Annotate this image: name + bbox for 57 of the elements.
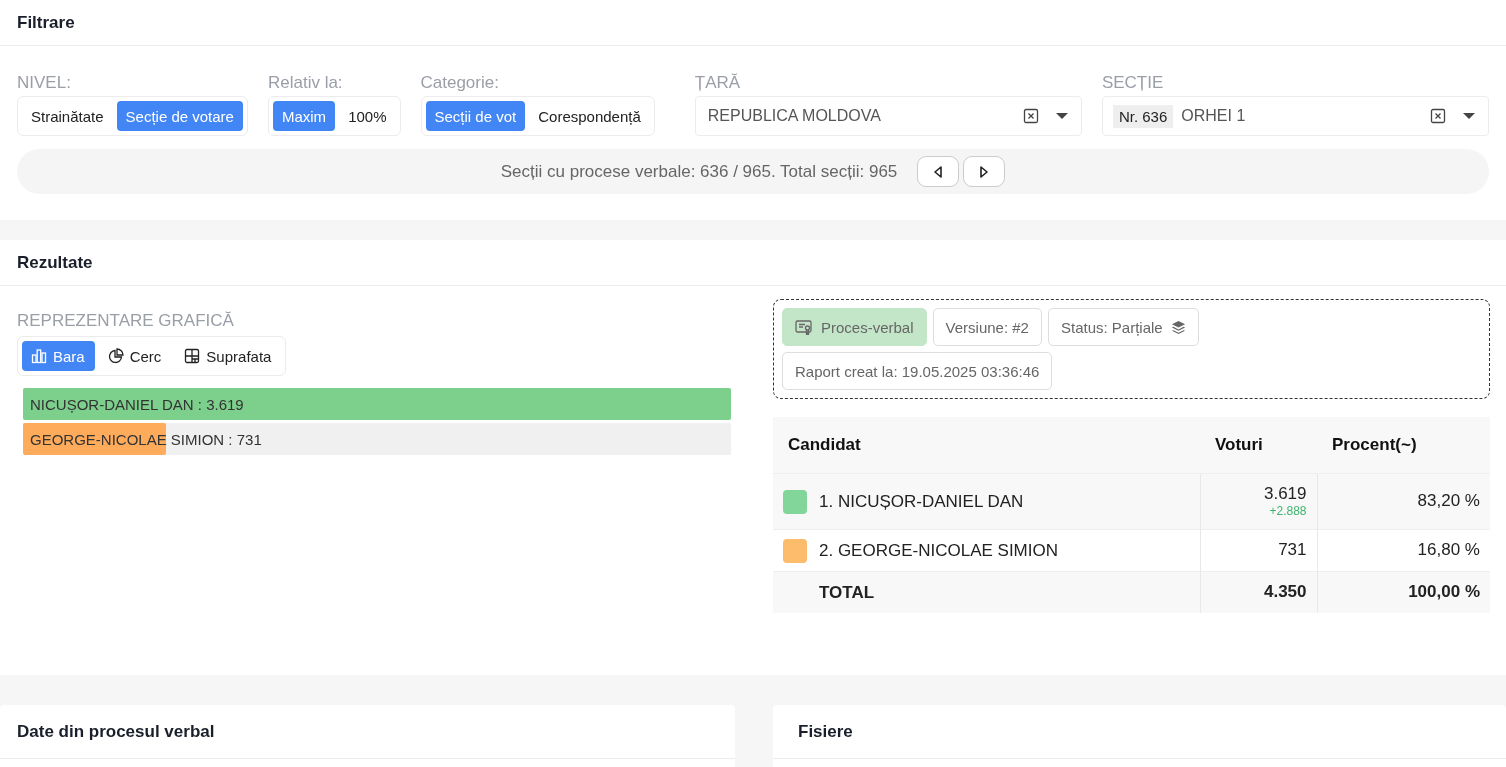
total-label: TOTAL xyxy=(819,582,875,603)
next-button[interactable] xyxy=(963,156,1006,187)
toggle-option[interactable]: Maxim xyxy=(272,101,336,131)
filter-label: Relativ la: xyxy=(267,73,344,93)
vote-count: 731 xyxy=(1277,540,1307,560)
total-votes: 4.350 xyxy=(1263,582,1307,602)
panel-title: Date din procesul verbal xyxy=(17,721,215,742)
bar-label: NICUȘOR-DANIEL DAN : 3.619 xyxy=(29,395,244,413)
badge-text: Status: Parțiale xyxy=(1060,318,1163,336)
section-title: Rezultate xyxy=(17,252,93,273)
column-header: Candidat xyxy=(788,435,861,454)
filter-label: SECȚIE xyxy=(1101,73,1165,93)
view-tab[interactable]: Suprafata xyxy=(175,341,282,371)
select-field[interactable]: Nr. 636 ORHEI 1 xyxy=(1101,96,1489,136)
candidate-name: 1. NICUȘOR-DANIEL DAN xyxy=(819,491,1024,512)
summary-text: Secții cu procese verbale: 636 / 965. Total secții: 965 xyxy=(500,161,898,182)
percent-value: 83,20 % xyxy=(1417,491,1480,510)
bar-label: GEORGE-NICOLAE SIMION : 731 xyxy=(29,430,262,448)
caret-down-icon[interactable] xyxy=(1054,112,1069,120)
grid-layout-icon xyxy=(184,348,201,364)
select-value: REPUBLICA MOLDOVA xyxy=(706,107,882,125)
pie-chart-icon xyxy=(107,348,124,364)
select-value: ORHEI 1 xyxy=(1180,107,1247,125)
toggle-option[interactable]: 100% xyxy=(339,101,396,131)
badge-text: Proces-verbal xyxy=(821,318,914,336)
vote-change: +2.888 xyxy=(1268,504,1307,518)
percent-value: 16,80 % xyxy=(1417,540,1480,559)
view-tab[interactable]: Cerc xyxy=(98,341,172,371)
clear-icon[interactable] xyxy=(1022,108,1039,124)
candidate-name: 2. GEORGE-NICOLAE SIMION xyxy=(819,540,1058,561)
previous-button[interactable] xyxy=(917,156,960,187)
badge-text: Raport creat la: 19.05.2025 03:36:46 xyxy=(795,362,1040,380)
toggle-option[interactable]: Strainătate xyxy=(22,101,113,131)
panel-title: Fisiere xyxy=(798,721,853,742)
layers-icon xyxy=(1170,319,1186,335)
section-title: Filtrare xyxy=(17,12,75,33)
filter-label: Categorie: xyxy=(420,73,500,93)
certificate-icon xyxy=(795,319,813,335)
badge-text: Versiune: #2 xyxy=(945,318,1029,336)
vote-count: 3.619 xyxy=(1262,484,1307,504)
column-header: Procent(~) xyxy=(1332,434,1417,454)
filter-label: NIVEL: xyxy=(17,73,72,93)
triangle-left-icon xyxy=(934,165,943,178)
select-field[interactable]: REPUBLICA MOLDOVA xyxy=(694,96,1082,136)
toggle-option[interactable]: Secții de vot xyxy=(425,101,526,131)
clear-icon[interactable] xyxy=(1430,108,1446,124)
total-percent: 100,00 % xyxy=(1408,582,1480,602)
number-tag: Nr. 636 xyxy=(1112,104,1174,128)
toggle-option[interactable]: Corespondență xyxy=(529,101,650,131)
filter-label: ȚARĂ xyxy=(694,73,742,93)
chart-label: REPREZENTARE GRAFICĂ xyxy=(17,311,234,330)
view-tab[interactable]: Bara xyxy=(22,341,95,371)
bar-chart-icon xyxy=(31,348,47,364)
caret-down-icon[interactable] xyxy=(1462,112,1476,120)
triangle-right-icon xyxy=(980,165,989,178)
column-header: Voturi xyxy=(1215,434,1263,454)
toggle-option[interactable]: Secție de votare xyxy=(116,101,243,131)
